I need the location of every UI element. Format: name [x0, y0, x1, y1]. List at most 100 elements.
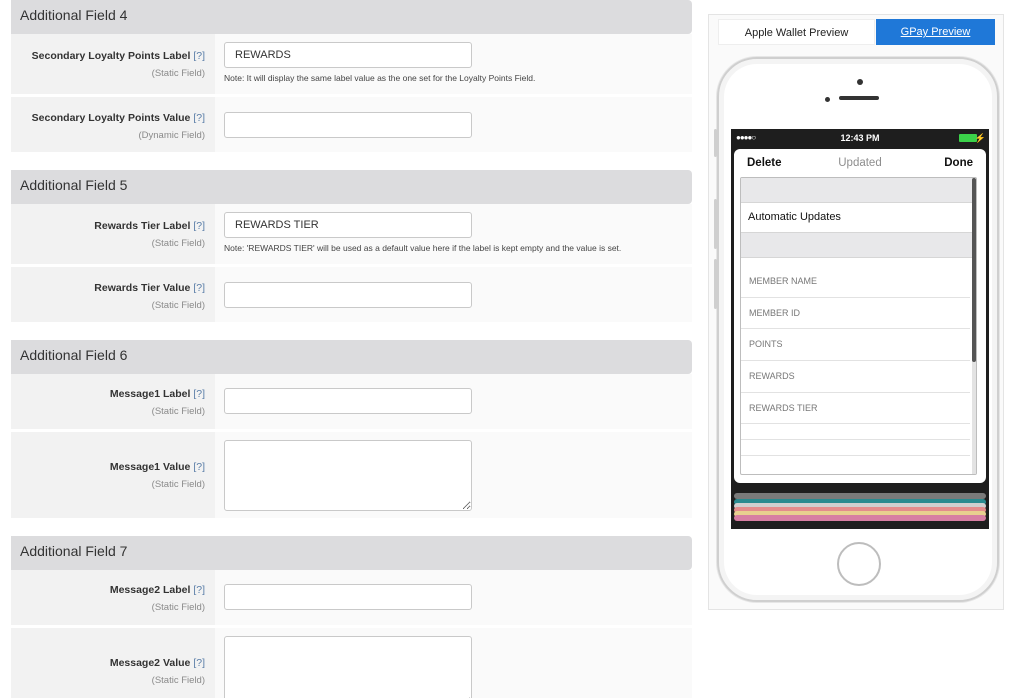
field-label-cell: Rewards Tier Value [?] (Static Field)	[11, 267, 215, 322]
field-label-cell: Message1 Label [?] (Static Field)	[11, 374, 215, 429]
field-label: Message1 Label [?]	[109, 388, 205, 400]
form-row: Secondary Loyalty Points Label [?] (Stat…	[11, 34, 692, 97]
field-label: Rewards Tier Label [?]	[94, 220, 205, 232]
help-link[interactable]: [?]	[193, 584, 205, 596]
pass-field-rewards: REWARDS	[741, 361, 970, 393]
section-header: Additional Field 7	[11, 536, 692, 570]
wallet-card-stack	[734, 489, 986, 529]
section-separator	[741, 233, 976, 258]
phone-mockup: ●●●●○ 12:43 PM ⚡ Updated Delete Done Aut…	[714, 57, 999, 602]
help-link[interactable]: [?]	[193, 220, 205, 232]
field-type: (Dynamic Field)	[138, 130, 205, 141]
help-link[interactable]: [?]	[193, 112, 205, 124]
field-label: Secondary Loyalty Points Value [?]	[31, 112, 205, 124]
pass-field-empty	[741, 440, 970, 457]
field-note: Note: It will display the same label val…	[224, 73, 536, 83]
field-type: (Static Field)	[151, 300, 205, 311]
charging-icon: ⚡	[974, 133, 986, 143]
field-input-cell	[215, 267, 692, 322]
home-button[interactable]	[837, 542, 881, 586]
tab-apple-wallet-preview[interactable]: Apple Wallet Preview	[718, 19, 875, 45]
form-area: Additional Field 4 Secondary Loyalty Poi…	[11, 0, 692, 698]
field-type: (Static Field)	[151, 479, 205, 490]
field-label: Message2 Label [?]	[109, 584, 205, 596]
pass-card-toolbar: Updated Delete Done	[734, 149, 986, 177]
camera-icon	[857, 79, 863, 85]
field-input-cell	[215, 97, 692, 152]
phone-side-button	[714, 129, 717, 157]
phone-side-button	[714, 199, 717, 249]
scrollbar-thumb[interactable]	[972, 178, 976, 362]
field-note: Note: 'REWARDS TIER' will be used as a d…	[224, 243, 622, 253]
help-link[interactable]: [?]	[193, 282, 205, 294]
message1-label-input[interactable]	[224, 388, 472, 414]
secondary-loyalty-points-label-input[interactable]	[224, 42, 472, 68]
form-row: Message2 Label [?] (Static Field)	[11, 570, 692, 628]
message1-value-textarea[interactable]	[224, 440, 472, 511]
field-label: Secondary Loyalty Points Label [?]	[31, 50, 205, 62]
field-type: (Static Field)	[151, 675, 205, 686]
form-row: Rewards Tier Label [?] (Static Field) No…	[11, 204, 692, 267]
section-header: Additional Field 6	[11, 340, 692, 374]
field-input-cell	[215, 374, 692, 429]
field-label-cell: Rewards Tier Label [?] (Static Field)	[11, 204, 215, 264]
form-row: Secondary Loyalty Points Value [?] (Dyna…	[11, 97, 692, 155]
message2-value-textarea[interactable]	[224, 636, 472, 698]
pass-field-empty	[741, 424, 970, 441]
field-type: (Static Field)	[151, 238, 205, 249]
field-input-cell	[215, 432, 692, 518]
sensor-icon	[825, 97, 830, 102]
field-label-cell: Message2 Value [?] (Static Field)	[11, 628, 215, 698]
form-row: Message1 Label [?] (Static Field)	[11, 374, 692, 432]
field-input-cell	[215, 570, 692, 625]
help-link[interactable]: [?]	[193, 657, 205, 669]
section-additional-field-6: Additional Field 6 Message1 Label [?] (S…	[11, 340, 692, 521]
field-label: Message1 Value [?]	[109, 461, 205, 473]
automatic-updates-row[interactable]: Automatic Updates	[741, 203, 976, 233]
form-row: Message1 Value [?] (Static Field)	[11, 432, 692, 521]
section-header: Additional Field 5	[11, 170, 692, 204]
field-label-cell: Message2 Label [?] (Static Field)	[11, 570, 215, 625]
stack-card	[734, 515, 986, 521]
pass-field-member-id: MEMBER ID	[741, 298, 970, 330]
rewards-tier-label-input[interactable]	[224, 212, 472, 238]
status-time: 12:43 PM	[840, 133, 880, 143]
help-link[interactable]: [?]	[193, 388, 205, 400]
field-label: Message2 Value [?]	[109, 657, 205, 669]
field-label: Rewards Tier Value [?]	[94, 282, 205, 294]
pass-field-points: POINTS	[741, 329, 970, 362]
field-type: (Static Field)	[151, 68, 205, 79]
field-type: (Static Field)	[151, 406, 205, 417]
field-type: (Static Field)	[151, 602, 205, 613]
pass-field-rewards-tier: REWARDS TIER	[741, 393, 970, 425]
pass-field-list: MEMBER NAME MEMBER ID POINTS REWARDS REW…	[741, 266, 976, 457]
wallet-preview-panel: Apple Wallet Preview GPay Preview ●●●●○ …	[708, 14, 1004, 610]
scrollbar-track[interactable]	[972, 178, 976, 474]
secondary-loyalty-points-value-input[interactable]	[224, 112, 472, 138]
field-input-cell: Note: 'REWARDS TIER' will be used as a d…	[215, 204, 692, 264]
phone-side-button	[714, 259, 717, 309]
section-additional-field-5: Additional Field 5 Rewards Tier Label [?…	[11, 170, 692, 325]
section-separator	[741, 178, 976, 203]
help-link[interactable]: [?]	[193, 50, 205, 62]
delete-button[interactable]: Delete	[747, 149, 782, 177]
pass-back-content: Automatic Updates MEMBER NAME MEMBER ID …	[740, 177, 977, 475]
section-additional-field-4: Additional Field 4 Secondary Loyalty Poi…	[11, 0, 692, 155]
pass-field-member-name: MEMBER NAME	[741, 266, 970, 298]
tab-gpay-preview[interactable]: GPay Preview	[876, 19, 995, 45]
done-button[interactable]: Done	[944, 149, 973, 177]
status-bar: ●●●●○ 12:43 PM ⚡	[731, 129, 989, 147]
help-link[interactable]: [?]	[193, 461, 205, 473]
form-row: Rewards Tier Value [?] (Static Field)	[11, 267, 692, 325]
form-row: Message2 Value [?] (Static Field)	[11, 628, 692, 698]
speaker-icon	[839, 96, 879, 100]
field-input-cell	[215, 628, 692, 698]
rewards-tier-value-input[interactable]	[224, 282, 472, 308]
message2-label-input[interactable]	[224, 584, 472, 610]
field-label-cell: Message1 Value [?] (Static Field)	[11, 432, 215, 518]
field-label-cell: Secondary Loyalty Points Value [?] (Dyna…	[11, 97, 215, 152]
pass-card: Updated Delete Done Automatic Updates ME…	[734, 149, 986, 483]
section-header: Additional Field 4	[11, 0, 692, 34]
field-input-cell: Note: It will display the same label val…	[215, 34, 692, 94]
phone-screen: ●●●●○ 12:43 PM ⚡ Updated Delete Done Aut…	[731, 129, 989, 529]
